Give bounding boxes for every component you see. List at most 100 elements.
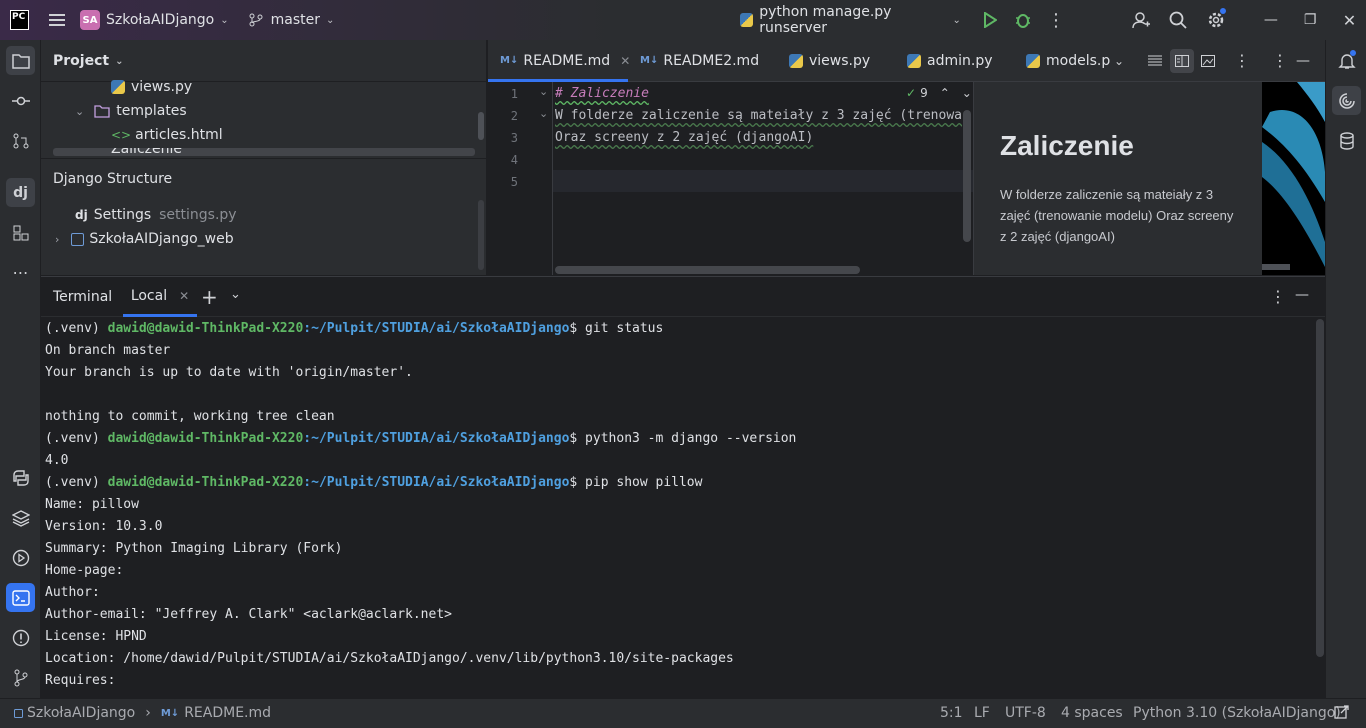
caret-position[interactable]: 5:1 <box>940 705 963 721</box>
run-config-selector[interactable]: python manage.py runserver ⌄ <box>740 0 961 40</box>
django-settings-item[interactable]: dj Settings settings.py <box>75 204 237 226</box>
file-encoding[interactable]: UTF-8 <box>1005 705 1046 721</box>
terminal-line: Requires: <box>45 673 116 688</box>
tab-readme-md[interactable]: M↓ README.md ✕ <box>500 40 630 81</box>
terminal-line: nothing to commit, working tree clean <box>45 409 335 424</box>
search-icon[interactable] <box>1162 2 1195 38</box>
settings-gear-icon[interactable] <box>1199 2 1232 38</box>
chevron-right-icon[interactable]: › <box>55 233 59 246</box>
editor-horizontal-scrollbar[interactable] <box>555 266 860 274</box>
editor-more-icon[interactable]: ⋮ <box>1234 40 1250 81</box>
project-selector[interactable]: SA SzkołaAIDjango ⌄ <box>80 0 229 40</box>
code-area[interactable]: # Zaliczenie W folderze zaliczenie są ma… <box>488 82 974 275</box>
terminal-line: On branch master <box>45 343 171 358</box>
pull-requests-icon[interactable] <box>6 126 35 155</box>
project-panel-header[interactable]: Project ⌄ <box>53 53 123 69</box>
terminal-scrollbar[interactable] <box>1316 319 1324 657</box>
add-user-icon[interactable] <box>1125 2 1158 38</box>
run-button[interactable] <box>973 2 1006 38</box>
terminal-panel: Terminal Local ✕ + ⌄ ⋮ — (.venv) dawid@d… <box>41 276 1325 698</box>
restore-window-icon[interactable]: ❐ <box>1294 2 1327 38</box>
tab-label: admin.py <box>927 52 993 69</box>
terminal-icon[interactable] <box>6 583 35 612</box>
editor-minimize-icon[interactable]: — <box>1296 40 1310 81</box>
python-interpreter[interactable]: Python 3.10 (SzkołaAIDjango) <box>1133 705 1341 721</box>
breadcrumb-file[interactable]: README.md <box>184 705 271 721</box>
left-tool-window-bar: dj ⋯ <box>0 40 41 698</box>
terminal-line: (.venv) dawid@dawid-ThinkPad-X220:~/Pulp… <box>45 431 797 446</box>
tab-readme2-md[interactable]: M↓ README2.md <box>640 40 759 81</box>
breadcrumb[interactable]: SzkołaAIDjango › M↓ README.md <box>14 705 271 721</box>
terminal-tab-local[interactable]: Local ✕ <box>123 277 197 317</box>
tree-item-selected-zaliczenie[interactable]: Zaliczenie <box>53 148 475 156</box>
indent-setting[interactable]: 4 spaces <box>1061 705 1123 721</box>
terminal-line: Location: /home/dawid/Pulpit/STUDIA/ai/S… <box>45 651 734 666</box>
tab-views-py[interactable]: views.py <box>789 40 870 81</box>
chevron-down-icon[interactable]: ⌄ <box>230 287 241 302</box>
terminal-line: Author: <box>45 585 100 600</box>
project-folder-icon[interactable] <box>6 46 35 75</box>
tree-item-articles-html[interactable]: <> articles.html <box>111 124 223 146</box>
ai-assistant-icon[interactable] <box>1332 86 1361 115</box>
editor-options-icon[interactable]: ⋮ <box>1272 40 1288 81</box>
read-only-lock-icon[interactable] <box>1334 704 1350 724</box>
django-web-item[interactable]: › SzkołaAIDjango_web <box>55 228 234 250</box>
line-separator[interactable]: LF <box>974 705 990 721</box>
terminal-minimize-icon[interactable]: — <box>1295 287 1309 303</box>
terminal-line: Your branch is up to date with 'origin/m… <box>45 365 413 380</box>
html-file-icon: <> <box>111 128 132 142</box>
terminal-line: License: HPND <box>45 629 147 644</box>
chevron-down-icon[interactable]: ⌄ <box>75 105 84 118</box>
split-view-icon[interactable] <box>1170 49 1194 73</box>
terminal-output[interactable]: (.venv) dawid@dawid-ThinkPad-X220:~/Pulp… <box>41 317 1313 699</box>
markdown-icon: M↓ <box>500 55 519 66</box>
branch-selector[interactable]: master ⌄ <box>249 0 334 40</box>
commit-icon[interactable] <box>6 86 35 115</box>
services-icon[interactable] <box>6 543 35 572</box>
tree-item-label: SzkołaAIDjango_web <box>89 231 234 247</box>
branch-name: master <box>270 12 321 28</box>
chevron-down-icon: ⌄ <box>220 14 229 26</box>
preview-only-icon[interactable] <box>1201 40 1215 81</box>
module-icon <box>14 708 23 718</box>
tabs-dropdown-icon[interactable]: ⌄ <box>1114 40 1124 81</box>
chevron-down-icon[interactable]: ⌄ <box>962 86 972 100</box>
chevron-down-icon: ⌄ <box>115 55 124 67</box>
editor-only-view-icon[interactable] <box>1148 40 1162 81</box>
close-tab-icon[interactable]: ✕ <box>620 54 630 68</box>
debug-button[interactable] <box>1006 2 1039 38</box>
tab-models-py[interactable]: models.p <box>1026 40 1110 81</box>
problems-icon[interactable] <box>6 623 35 652</box>
notifications-bell-icon[interactable] <box>1332 46 1361 75</box>
python-icon <box>740 13 754 27</box>
django-structure-icon[interactable]: dj <box>6 178 35 207</box>
tab-label: views.py <box>809 52 871 69</box>
main-menu-icon[interactable] <box>41 2 74 38</box>
terminal-line: Version: 10.3.0 <box>45 519 163 534</box>
tree-item-templates[interactable]: ⌄ templates <box>75 100 187 122</box>
minimize-window-icon[interactable]: — <box>1254 2 1287 38</box>
breadcrumb-project[interactable]: SzkołaAIDjango <box>27 705 135 721</box>
structure-icon[interactable] <box>6 218 35 247</box>
status-bar: SzkołaAIDjango › M↓ README.md 5:1 LF UTF… <box>0 698 1366 728</box>
inspection-widget[interactable]: ✓ 9 ⌃ ⌄ <box>902 86 974 100</box>
layers-icon[interactable] <box>6 503 35 532</box>
tab-label: Local <box>130 287 168 304</box>
terminal-line: Home-page: <box>45 563 124 578</box>
chevron-up-icon[interactable]: ⌃ <box>940 86 950 100</box>
more-actions-icon[interactable]: ⋮ <box>1039 2 1072 38</box>
django-scrollbar[interactable] <box>478 200 484 270</box>
more-tool-windows-icon[interactable]: ⋯ <box>6 258 35 287</box>
terminal-options-icon[interactable]: ⋮ <box>1270 287 1286 306</box>
tab-admin-py[interactable]: admin.py <box>907 40 993 81</box>
version-control-icon[interactable] <box>6 663 35 692</box>
run-config-label: python manage.py runserver <box>759 4 892 36</box>
close-tab-icon[interactable]: ✕ <box>179 289 189 303</box>
close-window-icon[interactable]: ✕ <box>1333 2 1366 38</box>
new-terminal-icon[interactable]: + <box>201 285 218 309</box>
project-scrollbar[interactable] <box>478 112 484 140</box>
python-packages-icon[interactable] <box>6 463 35 492</box>
tree-item-views-py[interactable]: views.py <box>111 76 192 98</box>
editor-vertical-scrollbar[interactable] <box>963 110 971 242</box>
database-icon[interactable] <box>1332 126 1361 155</box>
